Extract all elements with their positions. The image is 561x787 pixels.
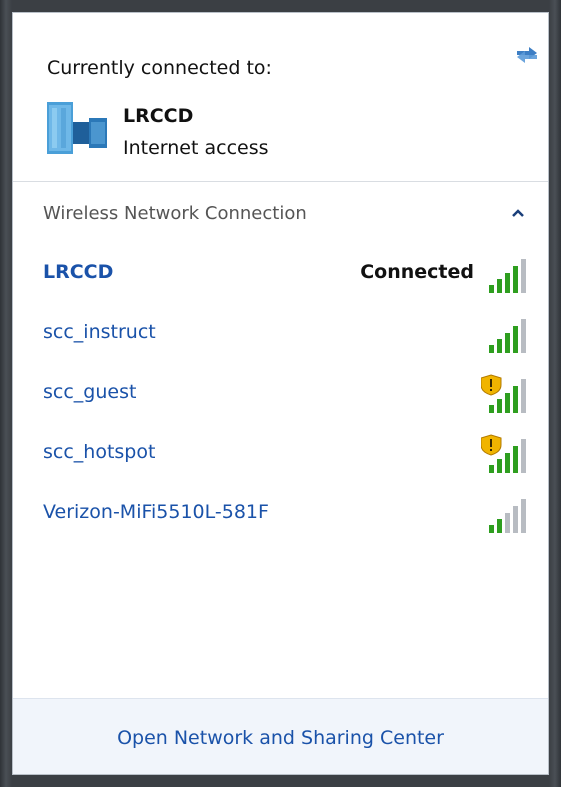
network-name[interactable]: LRCCD: [43, 261, 113, 283]
refresh-icon[interactable]: [513, 43, 541, 67]
signal-bar: [513, 446, 518, 473]
signal-bar: [521, 499, 526, 533]
network-name[interactable]: Verizon-MiFi5510L-581F: [43, 501, 269, 523]
signal-bar: [505, 393, 510, 413]
signal-bar: [489, 285, 494, 293]
network-row[interactable]: scc_guest: [13, 363, 548, 423]
wifi-signal-shield-icon: [481, 374, 526, 413]
network-name[interactable]: scc_guest: [43, 381, 136, 403]
connected-network-status: Internet access: [123, 137, 269, 159]
signal-bar: [513, 386, 518, 413]
shield-mark: [490, 379, 492, 387]
signal-bar: [505, 453, 510, 473]
network-row[interactable]: LRCCD Connected: [13, 243, 548, 303]
shield-dot: [490, 449, 492, 451]
signal-bar: [497, 279, 502, 293]
chevron-up-icon[interactable]: [511, 207, 525, 219]
signal-bar: [505, 333, 510, 353]
network-building-icon: [47, 102, 107, 154]
signal-bar: [497, 339, 502, 353]
network-row[interactable]: scc_hotspot: [13, 423, 548, 483]
wifi-signal-icon: [489, 499, 526, 533]
section-title: Wireless Network Connection: [43, 203, 307, 224]
wifi-signal-icon: [489, 319, 526, 353]
signal-bar: [513, 266, 518, 293]
signal-bar: [489, 345, 494, 353]
network-flyout: Currently connected to: LRCCD Internet a…: [12, 12, 549, 775]
signal-bar: [497, 519, 502, 533]
connected-network-name: LRCCD: [123, 105, 194, 127]
window-frame: Currently connected to: LRCCD Internet a…: [0, 0, 561, 787]
signal-bar: [497, 459, 502, 473]
currently-connected-label: Currently connected to:: [47, 57, 272, 79]
wifi-signal-shield-icon: [481, 434, 526, 473]
shield-mark: [490, 439, 492, 447]
divider: [13, 181, 548, 182]
signal-bar: [513, 506, 518, 533]
signal-bar: [521, 259, 526, 293]
signal-bar: [521, 439, 526, 473]
network-row[interactable]: scc_instruct: [13, 303, 548, 363]
signal-bar: [489, 525, 494, 533]
network-name[interactable]: scc_instruct: [43, 321, 156, 343]
signal-bar: [497, 399, 502, 413]
network-status: Connected: [360, 261, 474, 283]
signal-bar: [521, 379, 526, 413]
open-network-sharing-center-link[interactable]: Open Network and Sharing Center: [13, 727, 548, 749]
shield-dot: [490, 389, 492, 391]
signal-bar: [505, 513, 510, 533]
signal-bar: [521, 319, 526, 353]
network-list: LRCCD Connected scc_instruct scc_guest s…: [13, 243, 548, 543]
wifi-signal-icon: [489, 259, 526, 293]
network-row[interactable]: Verizon-MiFi5510L-581F: [13, 483, 548, 543]
signal-bar: [505, 273, 510, 293]
signal-bar: [513, 326, 518, 353]
signal-bar: [489, 405, 494, 413]
signal-bar: [489, 465, 494, 473]
footer: Open Network and Sharing Center: [13, 698, 548, 774]
network-name[interactable]: scc_hotspot: [43, 441, 155, 463]
